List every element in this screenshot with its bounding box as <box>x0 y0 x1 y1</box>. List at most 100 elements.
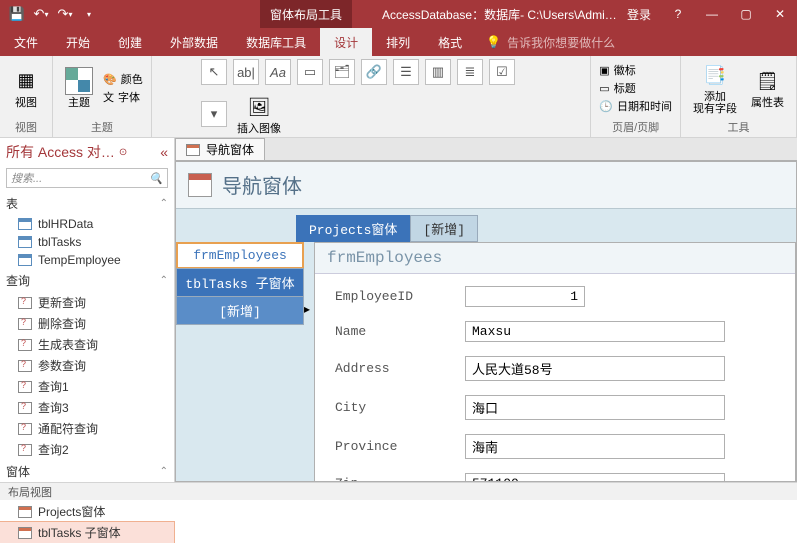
field-employeeid[interactable]: 1 <box>465 286 585 307</box>
tab-format[interactable]: 格式 <box>424 28 476 56</box>
vtab-new[interactable]: [新增] <box>176 296 304 325</box>
field-province[interactable]: 海南 <box>465 434 725 459</box>
title-button[interactable]: ▭标题 <box>599 80 672 96</box>
tab-home[interactable]: 开始 <box>52 28 104 56</box>
menubar: 文件 开始 创建 外部数据 数据库工具 设计 排列 格式 💡 告诉我你想要做什么 <box>0 28 797 56</box>
ribbon-group-header-footer: ▣徽标 ▭标题 🕒日期和时间 页眉/页脚 <box>591 56 681 137</box>
nav-item-query3[interactable]: 查询3 <box>0 397 174 418</box>
nav-header[interactable]: 所有 Access 对… ⊙ « <box>0 138 174 166</box>
form-canvas: 导航窗体 Projects窗体 [新增] frmEmployees tblTas… <box>175 161 797 482</box>
vtab-frmemployees[interactable]: frmEmployees <box>176 242 304 269</box>
nav-item-projects-form[interactable]: Projects窗体 <box>0 501 174 522</box>
nav-item-delete-query[interactable]: 删除查询 <box>0 313 174 334</box>
control-list[interactable]: ≣ <box>457 59 483 85</box>
htab-projects[interactable]: Projects窗体 <box>296 215 410 242</box>
nav-category-tables[interactable]: 表⌃ <box>0 192 174 215</box>
nav-item-tbltasks[interactable]: tblTasks <box>0 233 174 251</box>
login-label[interactable]: 登录 <box>617 6 661 23</box>
tab-arrange[interactable]: 排列 <box>372 28 424 56</box>
htab-new[interactable]: [新增] <box>410 215 478 242</box>
bulb-icon: 💡 <box>486 35 501 49</box>
minimize-icon[interactable]: — <box>695 0 729 28</box>
nav-collapse-icon[interactable]: « <box>160 144 168 160</box>
control-more[interactable]: ▾ <box>201 101 227 127</box>
nav-category-queries[interactable]: 查询⌃ <box>0 269 174 292</box>
tab-create[interactable]: 创建 <box>104 28 156 56</box>
control-combo[interactable]: ▥ <box>425 59 451 85</box>
logo-button[interactable]: ▣徽标 <box>599 62 672 78</box>
record-selector-icon[interactable]: ▸ <box>304 302 310 316</box>
titlebar: 💾 ↶▾ ↷▾ ▾ 窗体布局工具 AccessDatabase：数据库- C:\… <box>0 0 797 28</box>
nav-item-tbltasks-subform[interactable]: tblTasks 子窗体 <box>0 522 174 543</box>
redo-icon[interactable]: ↷▾ <box>54 3 76 25</box>
query-icon <box>18 339 32 351</box>
horizontal-tabs: Projects窗体 [新增] <box>176 209 796 242</box>
control-textbox[interactable]: ab| <box>233 59 259 85</box>
fields-grid: EmployeeID 1 Name Maxsu Address 人民大道58号 … <box>315 274 795 482</box>
query-icon <box>18 360 32 372</box>
form-logo-icon[interactable] <box>188 173 212 197</box>
quick-access-toolbar: 💾 ↶▾ ↷▾ ▾ <box>0 3 100 25</box>
nav-item-maketable-query[interactable]: 生成表查询 <box>0 334 174 355</box>
add-fields-button[interactable]: 📑添加 现有字段 <box>689 59 741 117</box>
nav-search-input[interactable]: 搜索... 🔍 <box>6 168 168 188</box>
tab-database-tools[interactable]: 数据库工具 <box>232 28 320 56</box>
ribbon: ▦视图 视图 主题 🎨颜色 文字体 主题 ↖ ab| Aa ▭ 🗂 🔗 ☰ ▥ … <box>0 56 797 138</box>
view-button[interactable]: ▦视图 <box>8 65 44 111</box>
doc-tab-nav-form[interactable]: 导航窗体 <box>175 138 265 160</box>
datetime-button[interactable]: 🕒日期和时间 <box>599 98 672 114</box>
contextual-tab-label: 窗体布局工具 <box>260 0 352 28</box>
form-title-text[interactable]: 导航窗体 <box>222 170 302 200</box>
field-name[interactable]: Maxsu <box>465 321 725 342</box>
colors-button[interactable]: 🎨颜色 <box>103 71 143 87</box>
tab-design[interactable]: 设计 <box>320 28 372 56</box>
control-nav[interactable]: ☰ <box>393 59 419 85</box>
tab-external-data[interactable]: 外部数据 <box>156 28 232 56</box>
query-icon <box>18 381 32 393</box>
logo-icon: ▣ <box>599 64 609 77</box>
chevron-down-icon[interactable]: ⊙ <box>119 147 127 158</box>
control-link[interactable]: 🔗 <box>361 59 387 85</box>
field-zip[interactable]: 571100 <box>465 473 725 482</box>
property-sheet-button[interactable]: 🗒属性表 <box>747 65 788 111</box>
label-employeeid: EmployeeID <box>335 289 465 304</box>
nav-item-tempemployee[interactable]: TempEmployee <box>0 251 174 269</box>
nav-item-tblhrdata[interactable]: tblHRData <box>0 215 174 233</box>
nav-item-wildcard-query[interactable]: 通配符查询 <box>0 418 174 439</box>
table-icon <box>18 236 32 248</box>
control-tab[interactable]: 🗂 <box>329 59 355 85</box>
view-icon: ▦ <box>12 67 40 95</box>
field-city[interactable]: 海口 <box>465 395 725 420</box>
query-icon <box>18 297 32 309</box>
group-label-view: 视图 <box>15 117 37 137</box>
nav-item-query1[interactable]: 查询1 <box>0 376 174 397</box>
nav-item-query2[interactable]: 查询2 <box>0 439 174 460</box>
label-city: City <box>335 400 465 415</box>
undo-icon[interactable]: ↶▾ <box>30 3 52 25</box>
content-area: 所有 Access 对… ⊙ « 搜索... 🔍 表⌃ tblHRData tb… <box>0 138 797 482</box>
themes-button[interactable]: 主题 <box>61 65 97 111</box>
control-label[interactable]: Aa <box>265 59 291 85</box>
group-label-hf: 页眉/页脚 <box>612 117 659 137</box>
maximize-icon[interactable]: ▢ <box>729 0 763 28</box>
tab-file[interactable]: 文件 <box>0 28 52 56</box>
insert-image-button[interactable]: 🖼插入图像 <box>233 91 285 137</box>
control-check[interactable]: ☑ <box>489 59 515 85</box>
fonts-button[interactable]: 文字体 <box>103 89 143 105</box>
control-pointer[interactable]: ↖ <box>201 59 227 85</box>
image-icon: 🖼 <box>245 93 273 121</box>
help-icon[interactable]: ? <box>661 0 695 28</box>
nav-category-forms[interactable]: 窗体⌃ <box>0 460 174 483</box>
field-address[interactable]: 人民大道58号 <box>465 356 725 381</box>
tell-me[interactable]: 💡 告诉我你想要做什么 <box>476 28 615 56</box>
vtab-tbltasks-sub[interactable]: tblTasks 子窗体 <box>176 268 304 297</box>
tell-me-label: 告诉我你想要做什么 <box>507 34 615 51</box>
status-text: 布局视图 <box>8 487 52 499</box>
close-icon[interactable]: ✕ <box>763 0 797 28</box>
nav-item-param-query[interactable]: 参数查询 <box>0 355 174 376</box>
qat-customize-icon[interactable]: ▾ <box>78 3 100 25</box>
nav-item-update-query[interactable]: 更新查询 <box>0 292 174 313</box>
save-icon[interactable]: 💾 <box>6 3 28 25</box>
control-button[interactable]: ▭ <box>297 59 323 85</box>
label-name: Name <box>335 324 465 339</box>
